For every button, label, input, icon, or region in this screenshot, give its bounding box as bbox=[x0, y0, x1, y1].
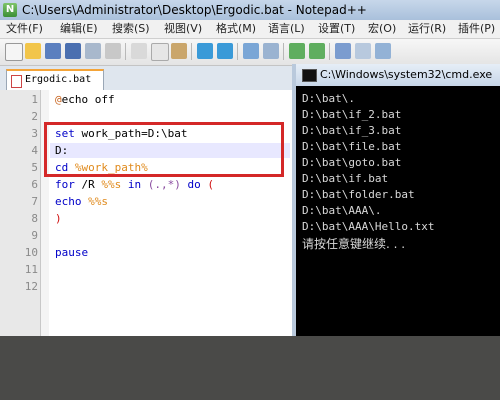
print-icon[interactable] bbox=[105, 43, 121, 59]
line-number: 2 bbox=[31, 110, 38, 123]
title-bar[interactable]: N C:\Users\Administrator\Desktop\Ergodic… bbox=[0, 0, 500, 20]
toolbar bbox=[0, 39, 500, 66]
toolbar-separator bbox=[237, 43, 238, 60]
replace-icon[interactable] bbox=[263, 43, 279, 59]
cmd-output-line: D:\bat\folder.bat bbox=[302, 188, 415, 201]
cmd-output-line: D:\bat\if_3.bat bbox=[302, 124, 402, 137]
notepadpp-app-icon: N bbox=[3, 3, 17, 17]
red-highlight-box bbox=[44, 122, 284, 177]
cut-icon[interactable] bbox=[131, 43, 147, 59]
cmd-title-bar[interactable]: C:\Windows\system32\cmd.exe bbox=[296, 64, 500, 86]
menu-search[interactable]: 搜索(S) bbox=[112, 20, 150, 38]
line-number: 10 bbox=[24, 246, 38, 259]
cmd-output-line: D:\bat\file.bat bbox=[302, 140, 402, 153]
toolbar-separator bbox=[283, 43, 284, 60]
new-file-icon[interactable] bbox=[5, 43, 23, 61]
code-line-10: pause bbox=[55, 246, 89, 259]
line-number: 12 bbox=[24, 280, 38, 293]
copy-icon[interactable] bbox=[151, 43, 169, 61]
line-number: 3 bbox=[31, 127, 38, 140]
menu-settings[interactable]: 设置(T) bbox=[318, 20, 355, 38]
menu-edit[interactable]: 编辑(E) bbox=[60, 20, 98, 38]
cmd-title: C:\Windows\system32\cmd.exe bbox=[320, 68, 493, 81]
toolbar-separator bbox=[329, 43, 330, 60]
cmd-output-line: D:\bat\AAA\. bbox=[302, 204, 382, 217]
toolbar-separator bbox=[125, 43, 126, 60]
close-icon[interactable] bbox=[85, 43, 101, 59]
cmd-output-line: D:\bat\if.bat bbox=[302, 172, 389, 185]
zoom-out-icon[interactable] bbox=[309, 43, 325, 59]
paste-icon[interactable] bbox=[171, 43, 187, 59]
toolbar-separator bbox=[191, 43, 192, 60]
line-number: 8 bbox=[31, 212, 38, 225]
window-title: C:\Users\Administrator\Desktop\Ergodic.b… bbox=[22, 3, 367, 17]
menu-run[interactable]: 运行(R) bbox=[408, 20, 446, 38]
find-icon[interactable] bbox=[243, 43, 259, 59]
menu-bar: 文件(F) 编辑(E) 搜索(S) 视图(V) 格式(M) 语言(L) 设置(T… bbox=[0, 20, 500, 39]
cmd-icon bbox=[302, 69, 317, 82]
cmd-output-line: D:\bat\goto.bat bbox=[302, 156, 402, 169]
line-number: 5 bbox=[31, 161, 38, 174]
menu-format[interactable]: 格式(M) bbox=[216, 20, 256, 38]
menu-view[interactable]: 视图(V) bbox=[164, 20, 202, 38]
code-line-7: echo %%s bbox=[55, 195, 108, 208]
line-number: 6 bbox=[31, 178, 38, 191]
undo-icon[interactable] bbox=[197, 43, 213, 59]
save-all-icon[interactable] bbox=[65, 43, 81, 59]
line-number: 11 bbox=[24, 263, 38, 276]
menu-language[interactable]: 语言(L) bbox=[268, 20, 305, 38]
line-number: 1 bbox=[31, 93, 38, 106]
code-line-6: for /R %%s in (.,*) do ( bbox=[55, 178, 214, 191]
cmd-press-any-key: 请按任意键继续. . . bbox=[302, 237, 406, 251]
menu-file[interactable]: 文件(F) bbox=[6, 20, 43, 38]
cmd-output-line: D:\bat\if_2.bat bbox=[302, 108, 402, 121]
cmd-window[interactable]: C:\Windows\system32\cmd.exe D:\bat\. D:\… bbox=[292, 64, 500, 336]
code-line-8: ) bbox=[55, 212, 62, 225]
open-icon[interactable] bbox=[25, 43, 41, 59]
document-icon bbox=[11, 75, 22, 88]
line-number: 9 bbox=[31, 229, 38, 242]
line-number: 4 bbox=[31, 144, 38, 157]
wrap-icon[interactable] bbox=[355, 43, 371, 59]
indent-icon[interactable] bbox=[375, 43, 391, 59]
tab-label: Ergodic.bat bbox=[25, 74, 92, 85]
menu-macro[interactable]: 宏(O) bbox=[368, 20, 396, 38]
cmd-output-line: D:\bat\AAA\Hello.txt bbox=[302, 220, 435, 233]
tab-ergodic-bat[interactable]: Ergodic.bat bbox=[6, 69, 104, 91]
line-number-gutter: 1 2 3 4 5 6 7 8 9 10 11 12 bbox=[0, 90, 41, 336]
zoom-in-icon[interactable] bbox=[289, 43, 305, 59]
save-icon[interactable] bbox=[45, 43, 61, 59]
cmd-output-line: D:\bat\. bbox=[302, 92, 355, 105]
redo-icon[interactable] bbox=[217, 43, 233, 59]
sync-icon[interactable] bbox=[335, 43, 351, 59]
code-line-1: @echo off bbox=[55, 93, 115, 106]
line-number: 7 bbox=[31, 195, 38, 208]
menu-plugins[interactable]: 插件(P) bbox=[458, 20, 495, 38]
